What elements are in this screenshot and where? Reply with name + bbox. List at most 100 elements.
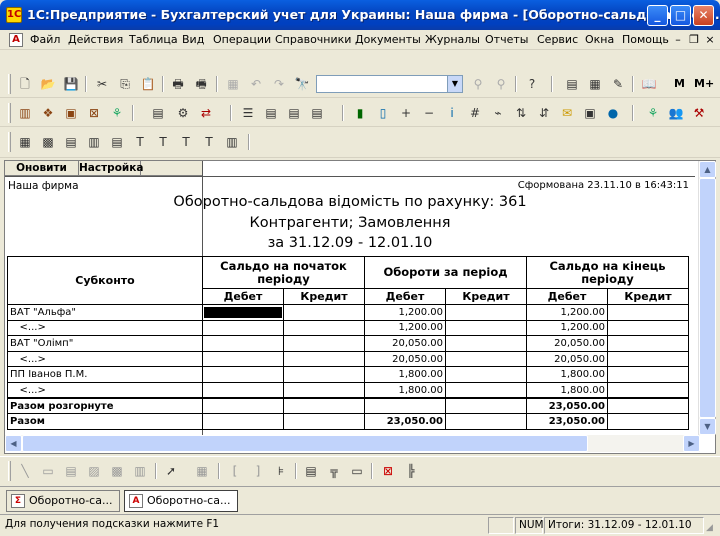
grid-off-icon[interactable]: ⊠ [380,463,396,479]
table-row[interactable]: <...> 20,050.00 20,050.00 [7,350,689,368]
plus-icon[interactable]: + [398,105,414,121]
goods-icon[interactable]: ▤ [150,105,166,121]
book-icon[interactable]: 📖 [641,76,657,92]
cash-register-icon[interactable]: ▣ [582,105,598,121]
bracket-left-icon[interactable]: [ [227,463,243,479]
menu-help[interactable]: Помощь [622,33,669,46]
report-checker-icon[interactable]: ▩ [40,134,56,150]
columns-icon[interactable]: ╦ [326,463,342,479]
close-button[interactable]: ✕ [693,5,714,26]
list-icon[interactable]: ☰ [240,105,256,121]
window-tab-active[interactable]: A Оборотно-са... [124,490,238,512]
align-icon[interactable]: ⊧ [273,463,289,479]
rectangle-tool-icon[interactable]: ▭ [40,463,56,479]
report-chart-icon[interactable]: ▥ [224,134,240,150]
ledger-icon[interactable]: # [467,105,483,121]
find-next-icon[interactable]: ⚲ [470,76,486,92]
mdi-close-button[interactable]: × [702,32,718,48]
up-down-icon[interactable]: ⇅ [513,105,529,121]
horizontal-scrollbar[interactable]: ◀ ▶ [5,435,700,452]
ole-tool-icon[interactable]: ▩ [109,463,125,479]
group-icon[interactable]: ▦ [194,463,210,479]
tree-green-icon[interactable]: ⚘ [645,105,661,121]
menu-references[interactable]: Справочники [275,33,351,46]
table-row[interactable]: <...> 1,800.00 1,800.00 [7,381,689,399]
save-icon[interactable]: 💾 [63,76,79,92]
scroll-up-icon[interactable]: ▲ [699,161,716,178]
find-prev-icon[interactable]: ⚲ [493,76,509,92]
new-file-icon[interactable]: 🗋 [17,76,33,92]
table-row[interactable]: ВАТ "Альфа" 1,200.00 1,200.00 [7,304,689,321]
selected-cell[interactable] [202,304,284,321]
properties-icon[interactable]: ▦ [225,76,241,92]
help-question-icon[interactable]: ? [524,76,540,92]
vertical-scroll-thumb[interactable] [699,178,716,418]
redo-icon[interactable]: ↷ [271,76,287,92]
chart-of-accounts-icon[interactable]: ▥ [17,105,33,121]
paste-icon[interactable]: 📋 [140,76,156,92]
cut-icon[interactable]: ✂ [94,76,110,92]
menu-table[interactable]: Таблица [129,33,178,46]
document-icon[interactable]: A [9,33,23,47]
constants-icon[interactable]: ❖ [40,105,56,121]
menu-operations[interactable]: Операции [213,33,271,46]
picture-tool-icon[interactable]: ▨ [86,463,102,479]
document-blue-icon[interactable]: ▯ [375,105,391,121]
chevron-down-icon[interactable]: ▼ [447,76,462,92]
journal-icon[interactable]: ▣ [63,105,79,121]
minus-icon[interactable]: − [421,105,437,121]
menu-file[interactable]: Файл [30,33,60,46]
print-icon[interactable]: 🖶 [170,76,186,92]
menu-actions[interactable]: Действия [68,33,123,46]
measure-icon[interactable]: ▭ [349,463,365,479]
copy-icon[interactable]: ⎘ [117,76,133,92]
table-row-total[interactable]: Разом 23,050.00 23,050.00 [7,413,689,430]
horizontal-scroll-thumb[interactable] [22,435,588,452]
toolbar-grip[interactable] [8,132,11,152]
calculator-icon[interactable]: ▤ [564,76,580,92]
report-t3-icon[interactable]: T [178,134,194,150]
tree-icon[interactable]: ⚘ [109,105,125,121]
info-icon[interactable]: ⅰ [444,105,460,121]
bank-icon[interactable]: ● [605,105,621,121]
refresh-button[interactable]: Оновити [5,161,79,176]
settings-gear-icon[interactable]: ⚙ [175,105,191,121]
payment-icon[interactable]: ▤ [309,105,325,121]
operations-icon[interactable]: ⊠ [86,105,102,121]
menu-view[interactable]: Вид [182,33,204,46]
envelope-icon[interactable]: ✉ [559,105,575,121]
ruler-icon[interactable]: ▤ [303,463,319,479]
mdi-minimize-button[interactable]: – [670,32,686,48]
open-folder-icon[interactable]: 📂 [40,76,56,92]
mdi-restore-button[interactable]: ❐ [686,32,702,48]
invoice-icon[interactable]: ▤ [263,105,279,121]
table-row-total-expanded[interactable]: Разом розгорнуте 23,050.00 [7,397,689,415]
window-tab[interactable]: Σ Оборотно-са... [6,490,120,512]
report-doc-icon[interactable]: ▤ [109,134,125,150]
search-combo[interactable]: ▼ [316,75,463,93]
chart-tool-icon[interactable]: ▥ [132,463,148,479]
app-logo-icon[interactable]: 1С [6,7,22,23]
report-book-icon[interactable]: ▥ [86,134,102,150]
menu-documents[interactable]: Документы [355,33,421,46]
people-icon[interactable]: 👥 [668,105,684,121]
tools-icon[interactable]: ⚒ [691,105,707,121]
menu-reports[interactable]: Отчеты [485,33,528,46]
toolbar-grip[interactable] [8,74,11,94]
calendar-icon[interactable]: ▦ [587,76,603,92]
menu-windows[interactable]: Окна [585,33,614,46]
report-grid-icon[interactable]: ▦ [17,134,33,150]
pointer-icon[interactable]: ➚ [163,463,179,479]
print-preview-icon[interactable]: 🖷 [193,76,209,92]
table-row[interactable]: ПП Іванов П.М. 1,800.00 1,800.00 [7,366,689,383]
minimize-button[interactable]: _ [647,5,668,26]
report-t-icon[interactable]: T [132,134,148,150]
analysis-icon[interactable]: ⌁ [490,105,506,121]
menu-journals[interactable]: Журналы [425,33,480,46]
maximize-button[interactable]: □ [670,5,691,26]
scroll-down-icon[interactable]: ▼ [699,418,716,435]
menu-service[interactable]: Сервис [537,33,578,46]
memory-mplus-button[interactable]: M+ [694,77,714,90]
borders-icon[interactable]: ╠ [403,463,419,479]
report-sheet-icon[interactable]: ▤ [63,134,79,150]
